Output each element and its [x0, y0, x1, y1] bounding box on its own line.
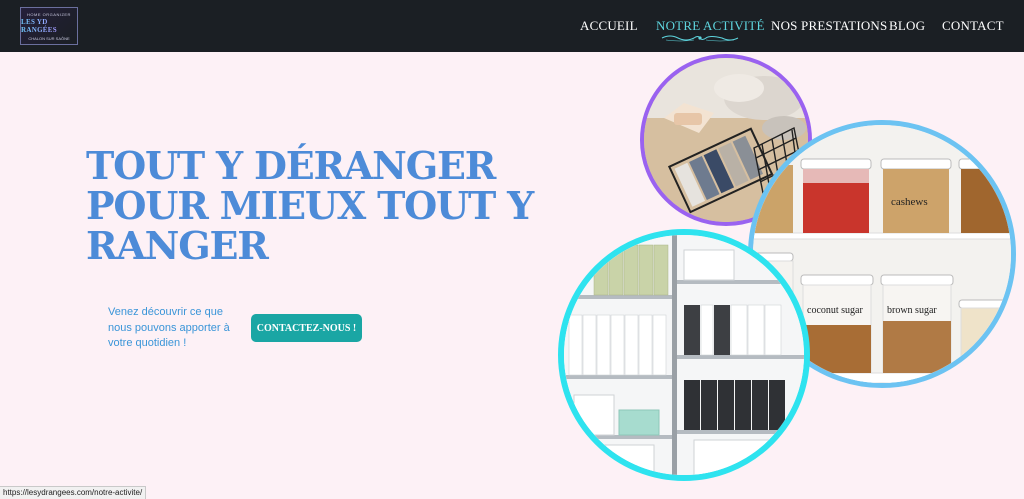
contact-us-button[interactable]: CONTACTEZ-NOUS ! [251, 314, 362, 342]
jar-label-coconut-sugar: coconut sugar [807, 305, 863, 316]
nav-item-contact[interactable]: CONTACT [942, 18, 1004, 34]
hero-description: Venez découvrir ce que nous pouvons appo… [108, 306, 230, 349]
nav-item-accueil[interactable]: ACCUEIL [580, 18, 638, 34]
hero-title: TOUT Y DÉRANGER POUR MIEUX TOUT Y RANGER [86, 143, 534, 268]
office-shelves-photo [558, 229, 810, 481]
logo-subtitle: CHALON SUR SAÔNE [28, 35, 70, 41]
jar-label-cashews: cashews [891, 196, 928, 208]
logo-tagline: HOME ORGANIZER [27, 11, 71, 17]
hero-title-line: POUR MIEUX TOUT Y [86, 183, 534, 228]
hero-title-line: TOUT Y DÉRANGER [86, 143, 496, 188]
nav-item-notre-activite[interactable]: NOTRE ACTIVITÉ [656, 18, 765, 34]
status-bar-url: https://lesydrangees.com/notre-activite/ [0, 486, 147, 499]
nav-item-nos-prestations[interactable]: NOS PRESTATIONS [771, 18, 887, 34]
hero-title-line: RANGER [86, 223, 269, 268]
nav-item-blog[interactable]: BLOG [889, 18, 925, 34]
site-logo[interactable]: HOME ORGANIZER LES YD RANGÉES CHALON SUR… [20, 7, 78, 45]
active-nav-flourish-icon [661, 35, 739, 42]
jar-label-brown-sugar: brown sugar [887, 305, 937, 316]
top-navbar: HOME ORGANIZER LES YD RANGÉES CHALON SUR… [0, 0, 1024, 52]
logo-name: LES YD RANGÉES [21, 18, 77, 34]
